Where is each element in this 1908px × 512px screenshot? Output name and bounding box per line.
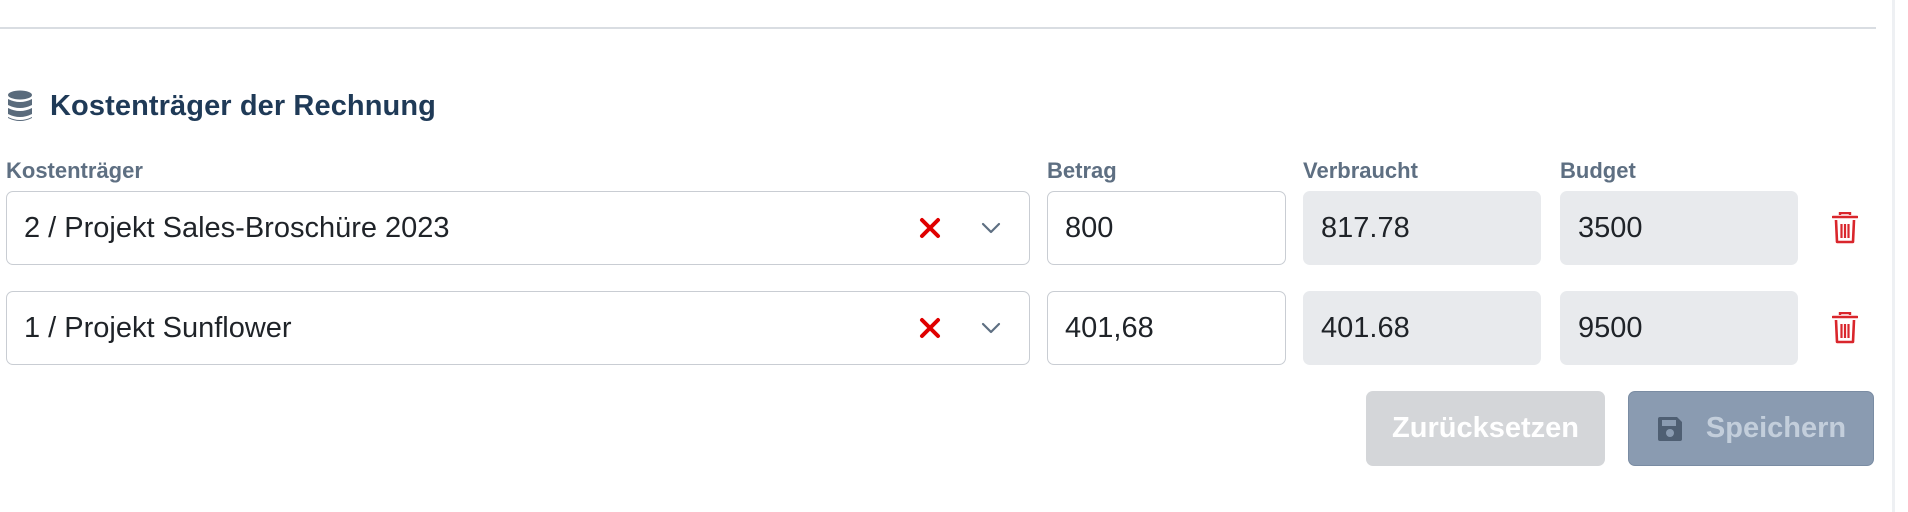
kostentraeger-select-value: 2 / Projekt Sales-Broschüre 2023 xyxy=(24,211,450,244)
section-title: Kostenträger der Rechnung xyxy=(50,89,436,122)
column-label-betrag: Betrag xyxy=(1047,158,1117,183)
reset-button[interactable]: Zurücksetzen xyxy=(1366,391,1605,466)
column-label-budget: Budget xyxy=(1560,158,1636,183)
column-label-verbraucht: Verbraucht xyxy=(1303,158,1418,183)
column-label-kostentraeger: Kostenträger xyxy=(6,158,143,183)
top-divider xyxy=(0,27,1876,29)
kostentraeger-select[interactable]: 2 / Projekt Sales-Broschüre 2023 xyxy=(6,191,1030,265)
save-button-label: Speichern xyxy=(1705,412,1847,444)
budget-value: 9500 xyxy=(1560,291,1798,365)
trash-icon[interactable] xyxy=(1830,210,1860,246)
floppy-disk-icon xyxy=(1656,415,1684,443)
clear-icon[interactable] xyxy=(915,213,945,243)
budget-value: 3500 xyxy=(1560,191,1798,265)
betrag-input[interactable]: 800 xyxy=(1047,191,1286,265)
kostentraeger-select-value: 1 / Projekt Sunflower xyxy=(24,311,292,344)
clear-icon[interactable] xyxy=(915,313,945,343)
chevron-down-icon[interactable] xyxy=(979,316,1003,340)
panel-right-border xyxy=(1892,0,1895,512)
verbraucht-value: 817.78 xyxy=(1303,191,1541,265)
save-button[interactable]: Speichern xyxy=(1628,391,1874,466)
database-icon xyxy=(6,89,34,123)
trash-icon[interactable] xyxy=(1830,310,1860,346)
section-header: Kostenträger der Rechnung xyxy=(6,86,436,126)
verbraucht-value: 401.68 xyxy=(1303,291,1541,365)
chevron-down-icon[interactable] xyxy=(979,216,1003,240)
betrag-input[interactable]: 401,68 xyxy=(1047,291,1286,365)
kostentraeger-select[interactable]: 1 / Projekt Sunflower xyxy=(6,291,1030,365)
